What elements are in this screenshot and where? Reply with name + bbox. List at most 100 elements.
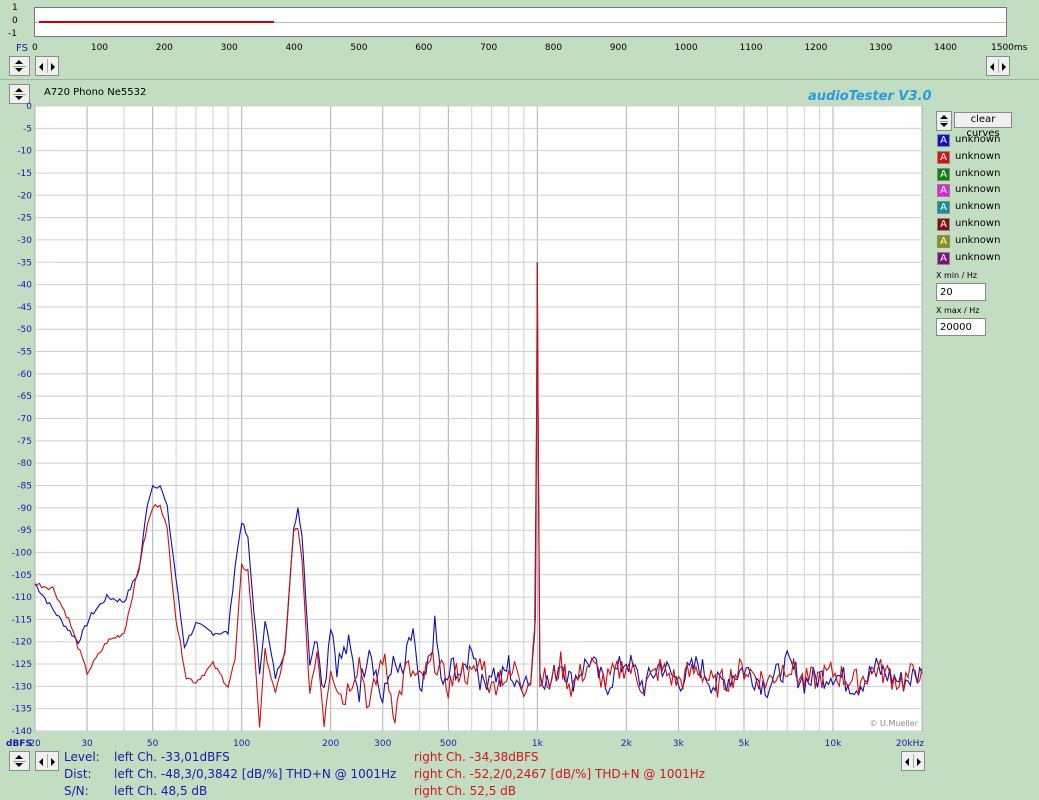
top-right-scroll-button[interactable] [986, 56, 1010, 76]
x-tick-label: 100 [233, 739, 250, 749]
level-label: Level: [64, 750, 100, 764]
curve-label: unknown [955, 234, 1001, 246]
y-tick-label: -65 [17, 392, 32, 402]
top-x-tick: 600 [415, 43, 433, 53]
y-tick-label: -20 [17, 191, 32, 201]
top-x-tick: 200 [155, 43, 173, 53]
bottom-right-scroll-button[interactable] [901, 751, 925, 771]
top-x-tick: 900 [609, 43, 627, 53]
plot-area [34, 105, 923, 732]
curve-color-chip[interactable]: A [937, 251, 950, 265]
curve-label: unknown [955, 251, 1001, 263]
left-sn: left Ch. 48,5 dB [114, 784, 208, 798]
curve-label: unknown [955, 134, 1001, 145]
xmin-label: X min / Hz [936, 271, 978, 280]
top-x-tick: 1100 [739, 43, 763, 53]
x-tick-label: 300 [374, 739, 391, 749]
curve-color-chip[interactable]: A [937, 201, 950, 215]
dist-label: Dist: [64, 767, 92, 781]
y-tick-label: -15 [17, 169, 32, 179]
top-x-tick: 400 [285, 43, 303, 53]
top-x-tick: 100 [90, 43, 109, 53]
y-tick-label: -50 [17, 325, 32, 335]
right-dist: right Ch. -52,2/0,2467 [dB/%] THD+N @ 10… [414, 767, 706, 781]
top-x-tick: 0 [32, 43, 38, 53]
y-tick-label: -55 [17, 348, 32, 358]
top-y-tick-minus1: -1 [8, 29, 17, 39]
right-channel-curve [34, 262, 923, 728]
right-level: right Ch. -34,38dBFS [414, 750, 539, 764]
y-tick-label: -120 [12, 638, 33, 648]
top-x-tick: 1000 [674, 43, 698, 53]
y-tick-label: -60 [17, 370, 32, 380]
curve-color-chip[interactable]: A [937, 167, 950, 181]
x-tick-label: 20 [29, 739, 41, 749]
y-tick-label: -80 [17, 459, 32, 469]
top-y-tick-1: 1 [12, 3, 18, 13]
file-title: A720 Phono Ne5532 [44, 87, 147, 98]
bottom-left-scroll-button[interactable] [35, 751, 59, 771]
curve-label: unknown [955, 167, 1001, 179]
top-x-tick: 500 [350, 43, 368, 53]
y-tick-label: -85 [17, 481, 32, 491]
top-left-scroll-button[interactable] [35, 56, 59, 76]
x-tick-label: 20kHz [896, 739, 924, 749]
y-tick-label: -40 [17, 281, 32, 291]
y-tick-label: -125 [12, 660, 32, 670]
top-x-tick: 1300 [869, 43, 893, 53]
top-signal-trace [39, 21, 274, 23]
x-tick-label: 200 [322, 739, 339, 749]
y-tick-label: -100 [12, 548, 33, 558]
curve-color-chip[interactable]: A [937, 134, 950, 147]
x-tick-label: 3k [673, 739, 685, 749]
y-tick-label: -140 [12, 727, 33, 737]
left-dist: left Ch. -48,3/0,3842 [dB/%] THD+N @ 100… [114, 767, 397, 781]
sn-label: S/N: [64, 784, 89, 798]
spectrum-chart: 0-5-10-15-20-25-30-35-40-45-50-55-60-65-… [6, 102, 924, 749]
main-divider [0, 79, 1039, 80]
top-x-tick: 800 [544, 43, 563, 53]
x-tick-label: 1k [532, 739, 544, 749]
top-y-tick-0: 0 [12, 16, 18, 26]
curve-label: unknown [955, 201, 1001, 213]
curve-label: unknown [955, 184, 1001, 196]
top-x-tick: 1200 [804, 43, 828, 53]
top-time-plot [34, 7, 1007, 37]
left-channel-curve [34, 262, 923, 704]
x-tick-label: 2k [621, 739, 633, 749]
curve-color-chip[interactable]: A [937, 218, 950, 231]
y-tick-label: -45 [17, 303, 32, 313]
top-x-tick: 300 [220, 43, 238, 53]
y-tick-label: -5 [23, 124, 32, 134]
clear-curves-button[interactable]: clear curves [954, 112, 1012, 139]
y-tick-label: -70 [17, 415, 32, 425]
right-sn: right Ch. 52,5 dB [414, 784, 517, 798]
y-axis-unit-label: dBFS [6, 739, 32, 749]
top-spin-button[interactable] [9, 56, 30, 76]
watermark: © U.Mueller [870, 719, 919, 728]
app-title: audioTester V3.0 [808, 89, 932, 104]
x-tick-label: 30 [81, 739, 93, 749]
legend-spin-button[interactable] [936, 111, 952, 131]
top-x-tick: 1500ms [991, 43, 1028, 53]
y-tick-label: -135 [12, 705, 32, 715]
top-x-tick: 1400 [934, 43, 958, 53]
spectrum-spin-button[interactable] [9, 84, 30, 104]
y-tick-label: -25 [17, 214, 32, 224]
y-tick-label: -35 [17, 258, 32, 268]
curve-color-chip[interactable]: A [937, 234, 950, 248]
y-tick-label: -90 [17, 504, 32, 514]
y-tick-label: -10 [17, 147, 32, 157]
xmin-input[interactable]: 20 [936, 283, 986, 301]
y-tick-label: -105 [12, 571, 32, 581]
y-tick-label: -110 [12, 593, 33, 603]
top-x-tick: 700 [480, 43, 498, 53]
fs-label: FS [16, 43, 28, 54]
curve-color-chip[interactable]: A [937, 184, 950, 198]
curve-color-chip[interactable]: A [937, 150, 950, 164]
bottom-spin-button[interactable] [9, 751, 30, 771]
y-tick-label: -30 [17, 236, 32, 246]
xmax-input[interactable]: 20000 [936, 318, 986, 336]
x-tick-label: 500 [440, 739, 457, 749]
xmax-label: X max / Hz [936, 306, 980, 315]
